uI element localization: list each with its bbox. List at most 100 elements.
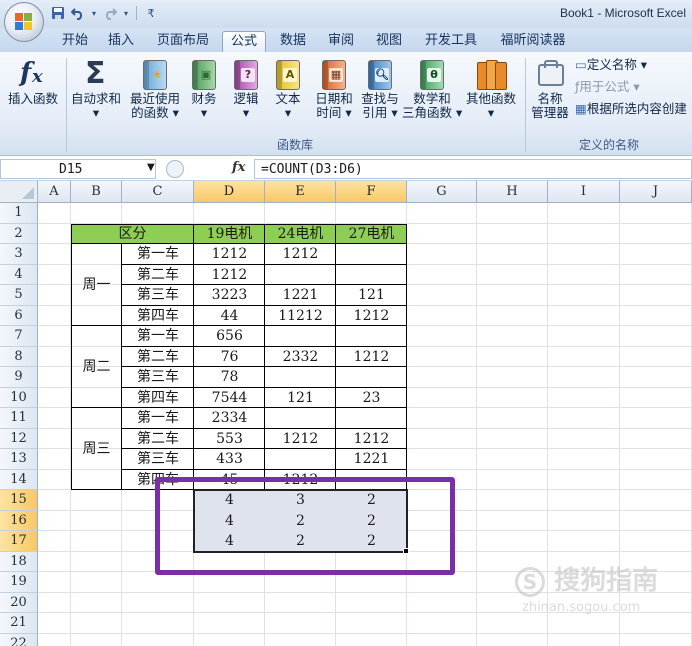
row-header-2[interactable]: 2 bbox=[0, 223, 38, 244]
autosum-button[interactable]: Σ 自动求和 ▾ bbox=[68, 56, 124, 132]
table-cell[interactable]: 44 bbox=[194, 306, 265, 327]
row-header-1[interactable]: 1 bbox=[0, 203, 38, 224]
tab-view[interactable]: 视图 bbox=[372, 31, 406, 52]
redo-icon[interactable] bbox=[102, 5, 118, 21]
table-cell[interactable] bbox=[265, 326, 336, 347]
vehicle-label[interactable]: 第四车 bbox=[122, 388, 194, 409]
table-cell[interactable]: 2332 bbox=[265, 347, 336, 368]
use-in-formula-button[interactable]: ƒ用于公式 ▾ bbox=[575, 78, 640, 96]
customize-qat-icon[interactable]: ₹ bbox=[143, 5, 159, 21]
vehicle-label[interactable]: 第二车 bbox=[122, 265, 194, 286]
table-cell[interactable] bbox=[265, 449, 336, 470]
table-cell[interactable]: 11212 bbox=[265, 306, 336, 327]
group-label[interactable]: 周二 bbox=[71, 326, 122, 408]
group-label[interactable]: 周一 bbox=[71, 244, 122, 326]
table-cell[interactable]: 656 bbox=[194, 326, 265, 347]
table-cell[interactable]: 1212 bbox=[336, 429, 407, 450]
row-header-10[interactable]: 10 bbox=[0, 387, 38, 408]
tab-home[interactable]: 开始 bbox=[58, 31, 92, 52]
text-functions-button[interactable]: A 文本 ▾ bbox=[268, 58, 308, 132]
recently-used-button[interactable]: ★ 最近使用 的函数 ▾ bbox=[126, 58, 184, 132]
table-cell[interactable]: 1221 bbox=[336, 449, 407, 470]
chevron-down-icon[interactable]: ▼ bbox=[147, 162, 155, 173]
table-cell[interactable] bbox=[336, 326, 407, 347]
table-cell[interactable]: 1212 bbox=[194, 244, 265, 265]
column-header-h[interactable]: H bbox=[477, 181, 548, 203]
vehicle-label[interactable]: 第三车 bbox=[122, 285, 194, 306]
table-header-27-motor[interactable]: 27电机 bbox=[336, 224, 407, 245]
row-header-15[interactable]: 15 bbox=[0, 490, 38, 511]
financial-button[interactable]: ▣ 财务 ▾ bbox=[184, 58, 224, 132]
vehicle-label[interactable]: 第二车 bbox=[122, 347, 194, 368]
column-header-g[interactable]: G bbox=[407, 181, 477, 203]
column-header-d[interactable]: D bbox=[194, 181, 265, 203]
column-header-i[interactable]: I bbox=[548, 181, 620, 203]
table-cell[interactable] bbox=[336, 265, 407, 286]
table-cell[interactable]: 121 bbox=[265, 388, 336, 409]
table-cell[interactable] bbox=[265, 408, 336, 429]
row-header-6[interactable]: 6 bbox=[0, 305, 38, 326]
vehicle-label[interactable]: 第三车 bbox=[122, 449, 194, 470]
row-header-16[interactable]: 16 bbox=[0, 510, 38, 531]
table-cell[interactable]: 7544 bbox=[194, 388, 265, 409]
row-header-7[interactable]: 7 bbox=[0, 326, 38, 347]
table-header-24-motor[interactable]: 24电机 bbox=[265, 224, 336, 245]
name-manager-button[interactable]: 名称 管理器 bbox=[528, 58, 572, 132]
table-cell[interactable]: 1212 bbox=[336, 347, 407, 368]
row-header-20[interactable]: 20 bbox=[0, 592, 38, 613]
row-header-18[interactable]: 18 bbox=[0, 551, 38, 572]
insert-function-button[interactable]: f x 插入函数 bbox=[2, 58, 64, 132]
column-header-c[interactable]: C bbox=[122, 181, 194, 203]
row-header-3[interactable]: 3 bbox=[0, 244, 38, 265]
vehicle-label[interactable]: 第一车 bbox=[122, 244, 194, 265]
tab-data[interactable]: 数据 bbox=[276, 31, 310, 52]
row-header-4[interactable]: 4 bbox=[0, 264, 38, 285]
name-box[interactable]: D15 ▼ bbox=[0, 159, 156, 179]
more-functions-button[interactable]: 其他函数 ▾ bbox=[462, 58, 520, 132]
table-cell[interactable]: 3223 bbox=[194, 285, 265, 306]
tab-foxit-reader[interactable]: 福昕阅读器 bbox=[494, 31, 572, 52]
table-cell[interactable] bbox=[265, 367, 336, 388]
tab-developer[interactable]: 开发工具 bbox=[420, 31, 482, 52]
chevron-down-icon[interactable]: ▾ bbox=[122, 5, 130, 21]
table-cell[interactable]: 1212 bbox=[336, 306, 407, 327]
vehicle-label[interactable]: 第四车 bbox=[122, 306, 194, 327]
row-header-14[interactable]: 14 bbox=[0, 469, 38, 490]
table-cell[interactable]: 1212 bbox=[265, 244, 336, 265]
vehicle-label[interactable]: 第一车 bbox=[122, 326, 194, 347]
group-label[interactable]: 周三 bbox=[71, 408, 122, 490]
table-cell[interactable]: 553 bbox=[194, 429, 265, 450]
row-header-12[interactable]: 12 bbox=[0, 428, 38, 449]
row-header-13[interactable]: 13 bbox=[0, 449, 38, 470]
insert-function-icon[interactable]: fx bbox=[232, 160, 245, 175]
formula-bar-cancel-icon[interactable] bbox=[166, 160, 184, 178]
row-header-17[interactable]: 17 bbox=[0, 531, 38, 552]
save-icon[interactable] bbox=[50, 5, 66, 21]
column-header-b[interactable]: B bbox=[71, 181, 122, 203]
logical-button[interactable]: ? 逻辑 ▾ bbox=[226, 58, 266, 132]
row-header-5[interactable]: 5 bbox=[0, 285, 38, 306]
table-cell[interactable]: 1212 bbox=[265, 429, 336, 450]
table-cell[interactable] bbox=[336, 408, 407, 429]
table-cell[interactable]: 433 bbox=[194, 449, 265, 470]
column-header-a[interactable]: A bbox=[38, 181, 71, 203]
row-header-9[interactable]: 9 bbox=[0, 367, 38, 388]
table-cell[interactable]: 2334 bbox=[194, 408, 265, 429]
table-cell[interactable]: 23 bbox=[336, 388, 407, 409]
table-cell[interactable]: 121 bbox=[336, 285, 407, 306]
formula-input[interactable]: =COUNT(D3:D6) bbox=[254, 159, 692, 179]
define-name-button[interactable]: ▭定义名称 ▾ bbox=[575, 56, 647, 74]
chevron-down-icon[interactable]: ▾ bbox=[90, 5, 98, 21]
table-cell[interactable]: 76 bbox=[194, 347, 265, 368]
table-cell[interactable]: 1212 bbox=[194, 265, 265, 286]
create-from-selection-button[interactable]: ▦根据所选内容创建 bbox=[575, 100, 687, 118]
date-time-button[interactable]: ▦ 日期和 时间 ▾ bbox=[310, 58, 358, 132]
table-header-category[interactable]: 区分 bbox=[71, 224, 194, 245]
vehicle-label[interactable]: 第一车 bbox=[122, 408, 194, 429]
table-cell[interactable]: 78 bbox=[194, 367, 265, 388]
row-header-21[interactable]: 21 bbox=[0, 613, 38, 634]
column-header-e[interactable]: E bbox=[265, 181, 336, 203]
math-trig-button[interactable]: θ 数学和 三角函数 ▾ bbox=[402, 58, 462, 132]
vehicle-label[interactable]: 第二车 bbox=[122, 429, 194, 450]
table-header-19-motor[interactable]: 19电机 bbox=[194, 224, 265, 245]
